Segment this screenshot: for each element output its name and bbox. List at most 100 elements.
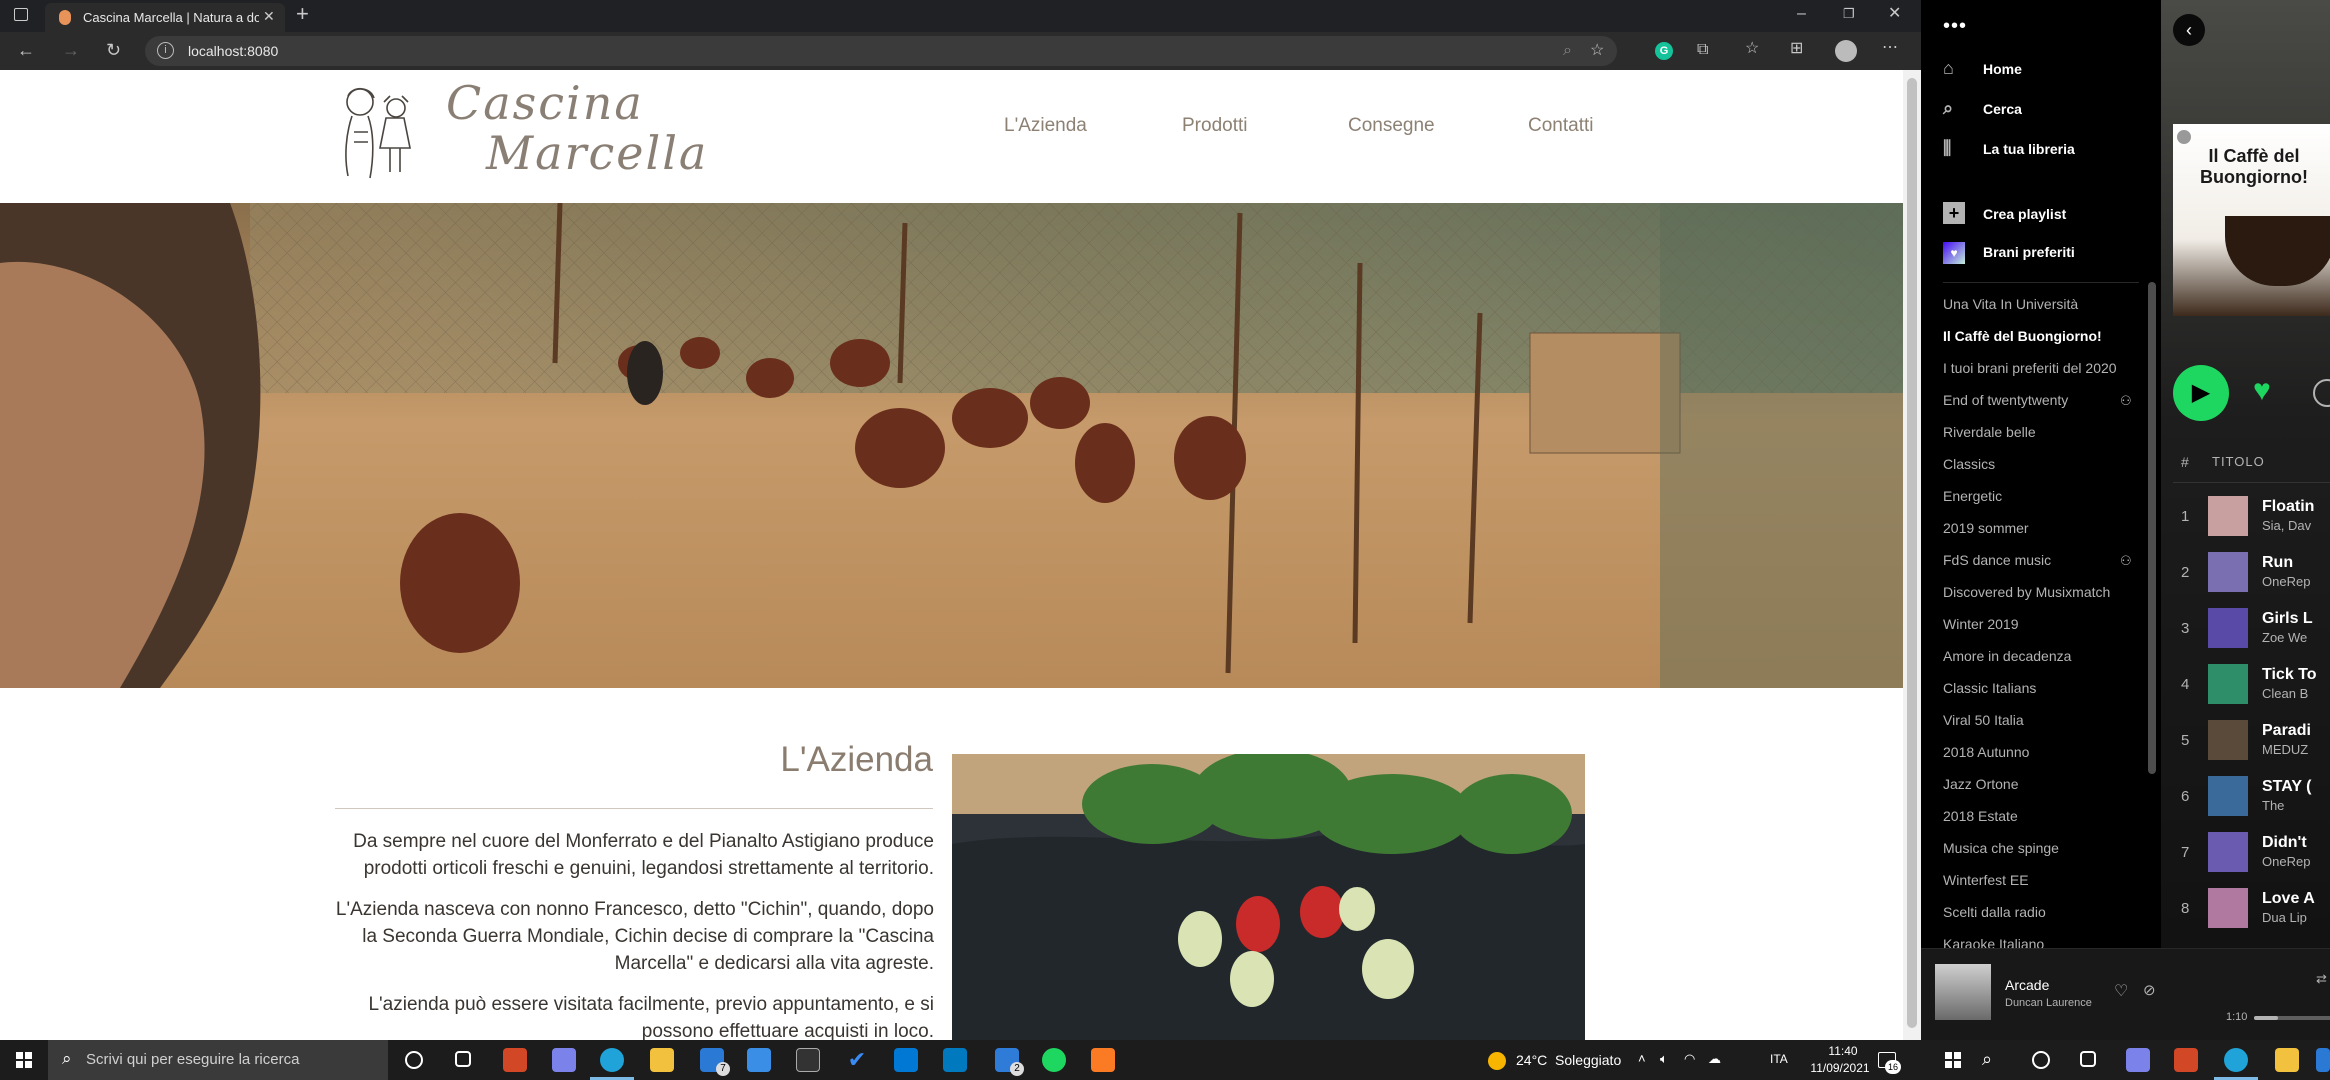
powerpoint-icon[interactable] <box>2174 1048 2198 1072</box>
vscode-icon[interactable] <box>894 1048 918 1072</box>
playlist-item[interactable]: Classics <box>1943 456 1995 472</box>
playlist-item[interactable]: 2019 sommer <box>1943 520 2029 536</box>
now-playing-title[interactable]: Arcade <box>2005 977 2049 993</box>
playlist-item[interactable]: Amore in decadenza <box>1943 648 2071 664</box>
browser-tab[interactable]: Cascina Marcella | Natura a domicilio ✕ <box>45 3 285 32</box>
playlist-item[interactable]: Riverdale belle <box>1943 424 2036 440</box>
track-artist[interactable]: Clean B <box>2262 686 2308 701</box>
playlist-item[interactable]: Discovered by Musixmatch <box>1943 584 2110 600</box>
cortana-icon[interactable] <box>405 1051 423 1069</box>
weather-text[interactable]: 24°C Soleggiato <box>1516 1052 1621 1068</box>
file-explorer-icon[interactable] <box>650 1048 674 1072</box>
playlist-item[interactable]: I tuoi brani preferiti del 2020 <box>1943 360 2117 376</box>
playlist-item[interactable]: End of twentytwenty <box>1943 392 2068 408</box>
play-button[interactable]: ▶ <box>2173 365 2229 421</box>
playlist-item[interactable]: Winterfest EE <box>1943 872 2029 888</box>
track-artist[interactable]: Dua Lip <box>2262 910 2307 925</box>
now-playing-artist[interactable]: Duncan Laurence <box>2005 997 2092 1009</box>
trello-icon[interactable] <box>943 1048 967 1072</box>
track-title[interactable]: Run <box>2262 554 2293 572</box>
start-windows-icon[interactable] <box>16 1052 32 1068</box>
zoom-icon[interactable]: ⌕ <box>1563 42 1572 60</box>
teams-icon[interactable] <box>552 1048 576 1072</box>
language-indicator[interactable]: ITA <box>1770 1052 1788 1066</box>
favorites-icon[interactable]: ☆ <box>1745 40 1759 58</box>
track-artist[interactable]: OneRep <box>2262 574 2310 589</box>
download-icon[interactable] <box>2313 379 2330 407</box>
close-window-icon[interactable]: ✕ <box>1888 5 1901 23</box>
grammarly-icon[interactable]: G <box>1655 42 1673 60</box>
track-artist[interactable]: Sia, Dav <box>2262 518 2311 533</box>
spotify-icon[interactable] <box>1042 1048 1066 1072</box>
tab-actions-icon[interactable] <box>14 8 28 21</box>
playlist-item[interactable]: Winter 2019 <box>1943 616 2018 632</box>
todo-icon[interactable]: ✔ <box>845 1048 869 1072</box>
track-title[interactable]: Girls L <box>2262 610 2313 628</box>
playlist-item[interactable]: FdS dance music <box>1943 552 2051 568</box>
scrollbar-thumb[interactable] <box>1907 78 1917 1028</box>
page-scrollbar[interactable] <box>1903 70 1921 1040</box>
taskbar-search-box[interactable]: ⌕ Scrivi qui per eseguire la ricerca <box>48 1040 388 1080</box>
track-artist[interactable]: Zoe We <box>2262 630 2307 645</box>
playlist-item[interactable]: Una Vita In Università <box>1943 296 2078 312</box>
nav-home[interactable]: ⌂ Home <box>1943 58 2022 79</box>
menu-prodotti[interactable]: Prodotti <box>1182 115 1247 137</box>
create-playlist-button[interactable]: + Crea playlist <box>1943 202 2066 224</box>
site-info-icon[interactable]: i <box>157 42 174 59</box>
address-bar[interactable]: i localhost:8080 ⌕ ☆ <box>145 36 1617 66</box>
edge-icon[interactable] <box>2224 1048 2248 1072</box>
more-menu-icon[interactable]: ⋯ <box>1882 39 1898 57</box>
tray-expand-icon[interactable]: ˄ <box>1638 1051 1646 1066</box>
track-title[interactable]: Tick To <box>2262 666 2317 684</box>
minimize-icon[interactable]: – <box>1797 5 1806 23</box>
file-explorer-icon[interactable] <box>2275 1048 2299 1072</box>
task-view-icon[interactable] <box>2080 1051 2096 1067</box>
close-tab-icon[interactable]: ✕ <box>263 8 275 25</box>
liked-songs-button[interactable]: ♥ Brani preferiti <box>1943 242 2075 264</box>
task-view-icon[interactable] <box>455 1051 471 1067</box>
back-button[interactable]: ‹ <box>2173 14 2205 46</box>
track-title[interactable]: Paradi <box>2262 722 2311 740</box>
powerpoint-icon[interactable] <box>503 1048 527 1072</box>
progress-bar[interactable] <box>2254 1016 2330 1020</box>
xampp-icon[interactable] <box>1091 1048 1115 1072</box>
back-icon[interactable]: ← <box>17 41 35 59</box>
playlist-item[interactable]: Energetic <box>1943 488 2002 504</box>
playlist-item[interactable]: Il Caffè del Buongiorno! <box>1943 328 2102 344</box>
new-tab-icon[interactable]: + <box>296 3 309 25</box>
refresh-icon[interactable]: ↻ <box>106 41 121 59</box>
playlist-item[interactable]: Musica che spinge <box>1943 840 2059 856</box>
playlist-item[interactable]: Viral 50 Italia <box>1943 712 2024 728</box>
profile-avatar-icon[interactable] <box>1835 40 1857 62</box>
playlist-item[interactable]: Jazz Ortone <box>1943 776 2018 792</box>
track-title[interactable]: STAY ( <box>2262 778 2312 796</box>
track-artist[interactable]: The <box>2262 798 2284 813</box>
teams-icon[interactable] <box>2126 1048 2150 1072</box>
menu-consegne[interactable]: Consegne <box>1348 115 1435 137</box>
logo-illustration[interactable] <box>338 82 418 184</box>
restore-icon[interactable]: ❐ <box>1843 5 1855 23</box>
track-artist[interactable]: OneRep <box>2262 854 2310 869</box>
shuffle-icon[interactable]: ⇄ <box>2316 971 2327 987</box>
nav-search[interactable]: ⌕ Cerca <box>1943 98 2022 119</box>
menu-contatti[interactable]: Contatti <box>1528 115 1593 137</box>
menu-azienda[interactable]: L'Azienda <box>1004 115 1087 137</box>
playlist-item[interactable]: Classic Italians <box>1943 680 2036 696</box>
start-windows-icon[interactable] <box>1945 1052 1961 1068</box>
cortana-icon[interactable] <box>2032 1051 2050 1069</box>
site-logo[interactable]: Cascina Marcella <box>446 78 708 178</box>
clock-time[interactable]: 11:40 <box>1818 1044 1868 1058</box>
store-icon[interactable] <box>747 1048 771 1072</box>
terminal-icon[interactable] <box>796 1048 820 1072</box>
more-options-icon[interactable]: ••• <box>1943 15 1967 38</box>
mail-icon[interactable] <box>2316 1048 2330 1072</box>
block-icon[interactable]: ⊘ <box>2143 981 2156 999</box>
favorite-add-icon[interactable]: ☆ <box>1590 42 1604 60</box>
extensions-icon[interactable]: ⧉ <box>1697 41 1708 59</box>
track-artist[interactable]: MEDUZ <box>2262 742 2308 757</box>
search-icon[interactable]: ⌕ <box>1982 1049 1992 1070</box>
edge-icon[interactable] <box>600 1048 624 1072</box>
playlist-item[interactable]: 2018 Autunno <box>1943 744 2029 760</box>
liked-heart-icon[interactable]: ♥ <box>2253 374 2271 408</box>
playlist-item[interactable]: 2018 Estate <box>1943 808 2018 824</box>
